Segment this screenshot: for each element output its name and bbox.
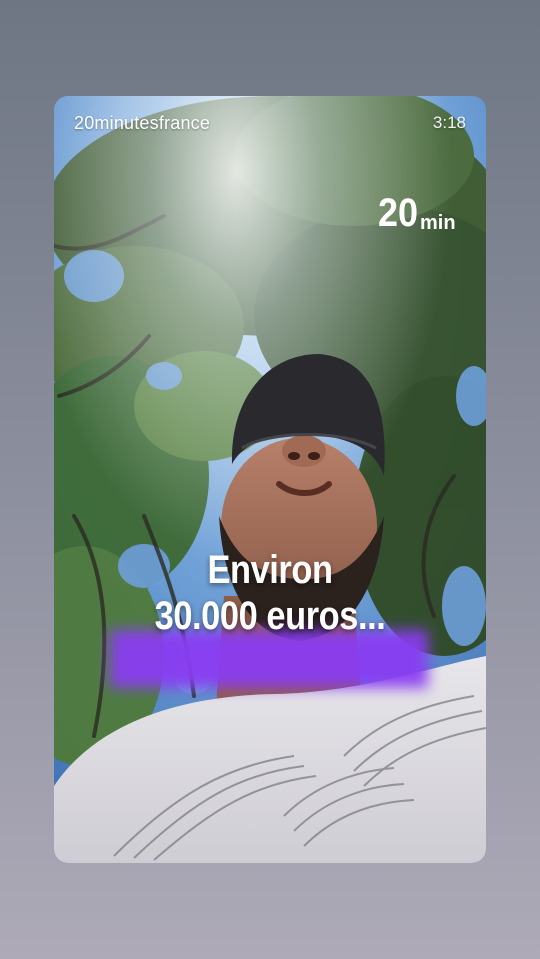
story-username[interactable]: 20minutesfrance	[74, 113, 210, 134]
caption-line-1: Environ	[207, 548, 333, 592]
20min-logo-icon: 20 min	[378, 192, 456, 234]
story-timestamp: 3:18	[432, 113, 466, 132]
caption-highlight	[110, 630, 428, 688]
story-card[interactable]: 20minutesfrance 3:18 20 min Environ 30.0…	[54, 96, 486, 863]
logo-text-sub: min	[420, 212, 456, 234]
caption-line-2: 30.000 euros...	[154, 594, 386, 638]
logo-text-main: 20	[378, 192, 418, 234]
